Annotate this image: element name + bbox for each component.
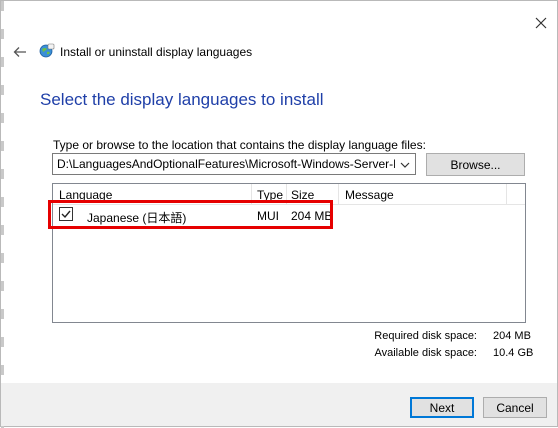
required-disk-space-label: Required disk space: (374, 330, 477, 342)
column-divider[interactable] (338, 184, 339, 204)
page-heading: Select the display languages to install (40, 90, 324, 109)
next-button[interactable]: Next (410, 397, 474, 418)
back-arrow-icon (13, 47, 26, 57)
left-edge-decoration (1, 1, 4, 428)
close-button[interactable] (531, 13, 551, 33)
install-languages-window: Install or uninstall display languages S… (0, 0, 558, 428)
chevron-down-icon[interactable] (398, 158, 412, 172)
window-title: Install or uninstall display languages (60, 45, 253, 59)
globe-language-icon (39, 43, 55, 58)
column-divider[interactable] (506, 184, 507, 204)
highlight-annotation (48, 200, 333, 229)
path-combobox[interactable]: D:\LanguagesAndOptionalFeatures\Microsof… (52, 153, 416, 175)
cancel-button[interactable]: Cancel (483, 397, 547, 418)
back-button[interactable] (11, 43, 29, 61)
close-icon (535, 17, 547, 29)
footer-bar: Next Cancel (1, 383, 557, 426)
path-input[interactable]: D:\LanguagesAndOptionalFeatures\Microsof… (57, 157, 395, 171)
column-header-message[interactable]: Message (345, 188, 394, 202)
required-disk-space-value: 204 MB (493, 330, 531, 342)
available-disk-space-label: Available disk space: (374, 347, 477, 359)
browse-button[interactable]: Browse... (426, 153, 525, 176)
path-label: Type or browse to the location that cont… (53, 138, 426, 152)
available-disk-space-value: 10.4 GB (493, 347, 534, 359)
